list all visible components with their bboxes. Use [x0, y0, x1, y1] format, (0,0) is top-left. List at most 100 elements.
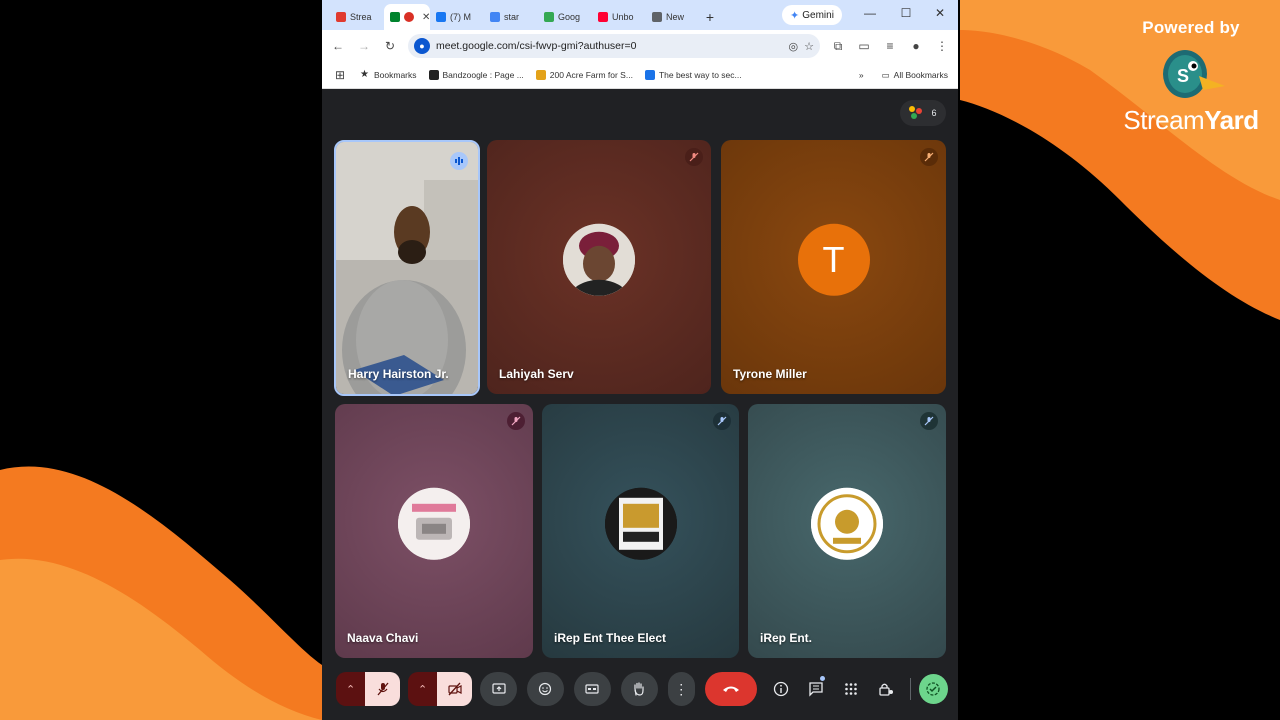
apps-grid-icon[interactable]: ⊞	[332, 68, 348, 82]
tab-label: star	[504, 12, 520, 22]
captions-button[interactable]	[573, 672, 611, 706]
new-tab-button[interactable]: +	[700, 4, 720, 30]
browser-tab[interactable]: Unbo	[592, 4, 646, 30]
bookmark-item[interactable]: Bandzoogle : Page ...	[428, 70, 524, 80]
participant-tile[interactable]: T Tyrone Miller	[721, 140, 946, 394]
muted-mic-icon	[507, 412, 525, 430]
browser-tab[interactable]: ✕	[384, 4, 430, 30]
media-controls-icon[interactable]: ≡	[882, 39, 898, 53]
bookmark-item[interactable]: The best way to sec...	[644, 70, 742, 80]
bookmark-label: Bookmarks	[374, 70, 417, 80]
google-favicon-icon	[490, 12, 500, 22]
blue-favicon-icon	[644, 70, 655, 80]
present-screen-icon	[491, 683, 506, 694]
tab-label: Strea	[350, 12, 372, 22]
participant-tile[interactable]: iRep Ent.	[748, 404, 946, 658]
participant-logo-avatar	[604, 487, 677, 560]
muted-mic-icon	[713, 412, 731, 430]
chat-button[interactable]	[802, 672, 829, 706]
participant-tile[interactable]: Lahiyah Serv	[487, 140, 711, 394]
bookmarks-bar: ⊞ ★ Bookmarks Bandzoogle : Page ... 200 Acr…	[322, 62, 958, 89]
meet-stage: 6 Harry Hairston Jr. Lahiyah Serv T Tyro…	[322, 90, 958, 720]
activities-button[interactable]	[838, 672, 865, 706]
muted-mic-icon	[685, 148, 703, 166]
verified-check-icon	[926, 682, 941, 696]
bookmark-item[interactable]: 200 Acre Farm for S...	[535, 70, 633, 80]
participant-tile[interactable]: Harry Hairston Jr.	[334, 140, 480, 396]
streamyard-favicon-icon	[336, 12, 346, 22]
meeting-details-button[interactable]	[767, 672, 794, 706]
address-bar[interactable]: ● meet.google.com/csi-fwvp-gmi?authuser=…	[408, 34, 820, 58]
bookmark-item[interactable]: ★ Bookmarks	[360, 70, 417, 81]
stream-canvas: Powered by S StreamYard Strea ✕ (7) M star G…	[0, 0, 1280, 720]
streamyard-wordmark: StreamYard	[1123, 105, 1259, 135]
facebook-favicon-icon	[436, 12, 446, 22]
video-options-button[interactable]: ⌃	[408, 672, 438, 706]
mic-toggle-button[interactable]	[365, 672, 401, 706]
lock-person-icon	[879, 683, 894, 696]
bandzoogle-favicon-icon	[428, 70, 439, 80]
tab-label: (7) M	[450, 12, 471, 22]
close-tab-icon[interactable]: ✕	[422, 12, 430, 23]
profile-avatar-icon[interactable]: ●	[908, 39, 924, 53]
svg-text:S: S	[1177, 66, 1189, 86]
eye-slash-icon[interactable]: ◎	[789, 40, 799, 53]
raise-hand-button[interactable]	[620, 672, 658, 706]
participant-tile[interactable]: iRep Ent Thee Elect	[542, 404, 739, 658]
forward-icon[interactable]: →	[356, 39, 372, 53]
camera-control: ⌃	[408, 672, 473, 706]
streamyard-duck-logo-icon: S	[1163, 50, 1225, 98]
host-controls-button[interactable]	[873, 672, 900, 706]
audio-options-button[interactable]: ⌃	[336, 672, 366, 706]
more-vert-icon: ⋮	[674, 680, 689, 697]
recording-icon	[404, 12, 414, 22]
participant-name: Tyrone Miller	[733, 367, 807, 381]
more-options-button[interactable]: ⋮	[667, 672, 695, 706]
camera-toggle-button[interactable]	[437, 672, 473, 706]
microphone-active-icon: ●	[414, 38, 430, 54]
meeting-controls-bar: ⌃ ⌃ ⋮	[322, 668, 958, 710]
muted-mic-icon	[920, 148, 938, 166]
present-screen-button[interactable]	[480, 672, 517, 706]
tab-strip: Strea ✕ (7) M star Goog Unbo New + ✦ Gemini — ☐…	[322, 0, 958, 30]
companion-check-button[interactable]	[918, 674, 948, 704]
chevron-more-icon[interactable]: »	[859, 70, 864, 80]
participant-logo-avatar	[811, 487, 883, 560]
back-icon[interactable]: ←	[330, 39, 346, 53]
all-bookmarks-folder[interactable]: ▭ All Bookmarks	[882, 70, 948, 81]
browser-tab[interactable]: Goog	[538, 4, 592, 30]
chat-notification-dot-icon	[819, 676, 825, 681]
gemini-button[interactable]: ✦ Gemini	[782, 5, 842, 25]
participant-tile[interactable]: Naava Chavi	[335, 404, 533, 658]
bookmark-label: 200 Acre Farm for S...	[549, 70, 633, 80]
bookmark-star-icon[interactable]: ☆	[804, 40, 814, 53]
microphone-control: ⌃	[336, 672, 401, 706]
cast-icon[interactable]: ▭	[856, 39, 872, 53]
participant-video-feed	[336, 142, 478, 394]
browser-tab[interactable]: (7) M	[430, 4, 484, 30]
browser-tab[interactable]: Strea	[330, 4, 384, 30]
participant-name: Naava Chavi	[347, 631, 419, 645]
maximize-button[interactable]: ☐	[896, 6, 916, 20]
browser-tab[interactable]: New	[646, 4, 700, 30]
participant-initial-avatar: T	[797, 223, 870, 296]
leave-call-button[interactable]	[704, 672, 758, 706]
participant-name: Harry Hairston Jr.	[348, 367, 449, 381]
raise-hand-icon	[634, 682, 644, 696]
minimize-button[interactable]: —	[860, 6, 880, 20]
close-window-button[interactable]: ✕	[930, 6, 950, 20]
menu-kebab-icon[interactable]: ⋮	[934, 39, 950, 53]
emoji-icon	[539, 682, 552, 696]
browser-toolbar: ← → ↻ ● meet.google.com/csi-fwvp-gmi?aut…	[322, 30, 958, 62]
reactions-button[interactable]	[527, 672, 564, 706]
end-call-icon	[723, 686, 739, 692]
participants-chip[interactable]: 6	[900, 100, 946, 126]
participant-name: iRep Ent Thee Elect	[554, 631, 667, 645]
reload-icon[interactable]: ↻	[382, 39, 398, 53]
bookmark-label: Bandzoogle : Page ...	[442, 70, 524, 80]
browser-tab[interactable]: star	[484, 4, 538, 30]
info-icon	[773, 681, 788, 697]
extensions-icon[interactable]: ⧉	[830, 39, 846, 54]
participant-photo-avatar	[563, 223, 635, 296]
url-text: meet.google.com/csi-fwvp-gmi?authuser=0	[436, 40, 637, 52]
